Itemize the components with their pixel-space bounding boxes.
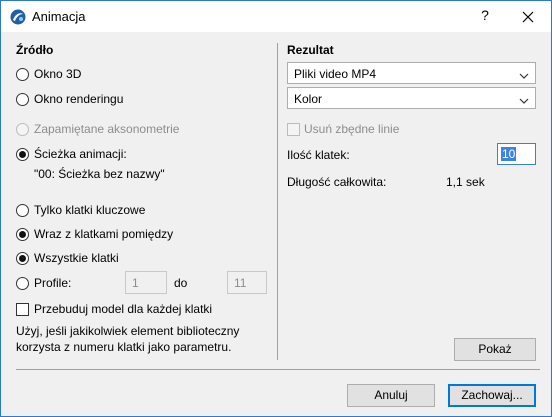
window-title: Animacja <box>32 9 86 24</box>
animation-dialog: Animacja ? Źródło Okno 3D Okno rendering… <box>0 0 552 417</box>
rebuild-model-label: Przebuduj model dla każdej klatki <box>34 302 213 316</box>
frame-count-input[interactable]: 10 <box>497 143 536 165</box>
chevron-down-icon <box>519 94 529 104</box>
radio-view3d-label: Okno 3D <box>34 67 82 81</box>
chevron-down-icon <box>519 69 529 79</box>
animation-path-name: "00: Ścieżka bez nazwy" <box>34 167 165 181</box>
close-icon[interactable] <box>518 7 538 27</box>
radio-rendering-window-label: Okno renderingu <box>34 92 124 106</box>
radio-keyframes-only[interactable] <box>16 204 29 217</box>
profile-to-field[interactable]: 11 <box>227 271 267 294</box>
color-mode-select[interactable]: Kolor <box>287 87 536 109</box>
frame-count-value: 10 <box>501 147 517 161</box>
archicad-app-icon <box>10 9 26 25</box>
footer-divider <box>16 369 540 370</box>
help-button[interactable]: ? <box>475 7 495 27</box>
color-mode-value: Kolor <box>294 92 323 106</box>
output-format-select[interactable]: Pliki video MP4 <box>287 62 536 84</box>
radio-profile[interactable] <box>16 277 29 290</box>
result-section-title: Rezultat <box>287 43 334 57</box>
frame-count-label: Ilość klatek: <box>287 148 350 162</box>
radio-all-frames[interactable] <box>16 252 29 265</box>
radio-animation-path[interactable] <box>16 148 29 161</box>
radio-rendering-window[interactable] <box>16 93 29 106</box>
radio-all-frames-label: Wszystkie klatki <box>34 251 119 265</box>
source-section-title: Źródło <box>16 43 54 57</box>
save-button[interactable]: Zachowaj... <box>448 384 536 407</box>
rebuild-model-checkbox[interactable] <box>16 303 29 316</box>
output-format-value: Pliki video MP4 <box>294 67 377 81</box>
section-divider <box>277 43 278 360</box>
rebuild-note: Użyj, jeśli jakikolwiek element bibliote… <box>16 324 240 354</box>
radio-with-inbetween[interactable] <box>16 228 29 241</box>
remove-lines-label: Usuń zbędne linie <box>304 122 400 136</box>
radio-keyframes-only-label: Tylko klatki kluczowe <box>34 203 146 217</box>
profile-to-label: do <box>174 276 188 290</box>
radio-saved-axonometry-label: Zapamiętane aksonometrie <box>34 122 180 136</box>
radio-animation-path-label: Ścieżka animacji: <box>34 147 127 161</box>
radio-profile-label: Profile: <box>34 276 72 290</box>
radio-with-inbetween-label: Wraz z klatkami pomiędzy <box>34 227 174 241</box>
total-length-label: Długość całkowita: <box>287 175 387 189</box>
total-length-value: 1,1 sek <box>446 175 485 189</box>
radio-view3d[interactable] <box>16 68 29 81</box>
show-button[interactable]: Pokaż <box>454 338 536 361</box>
title-bar[interactable]: Animacja ? <box>1 1 551 32</box>
cancel-button[interactable]: Anuluj <box>347 384 435 407</box>
profile-from-field[interactable]: 1 <box>125 271 167 294</box>
remove-lines-checkbox[interactable] <box>287 123 300 136</box>
radio-saved-axonometry[interactable] <box>16 123 29 136</box>
